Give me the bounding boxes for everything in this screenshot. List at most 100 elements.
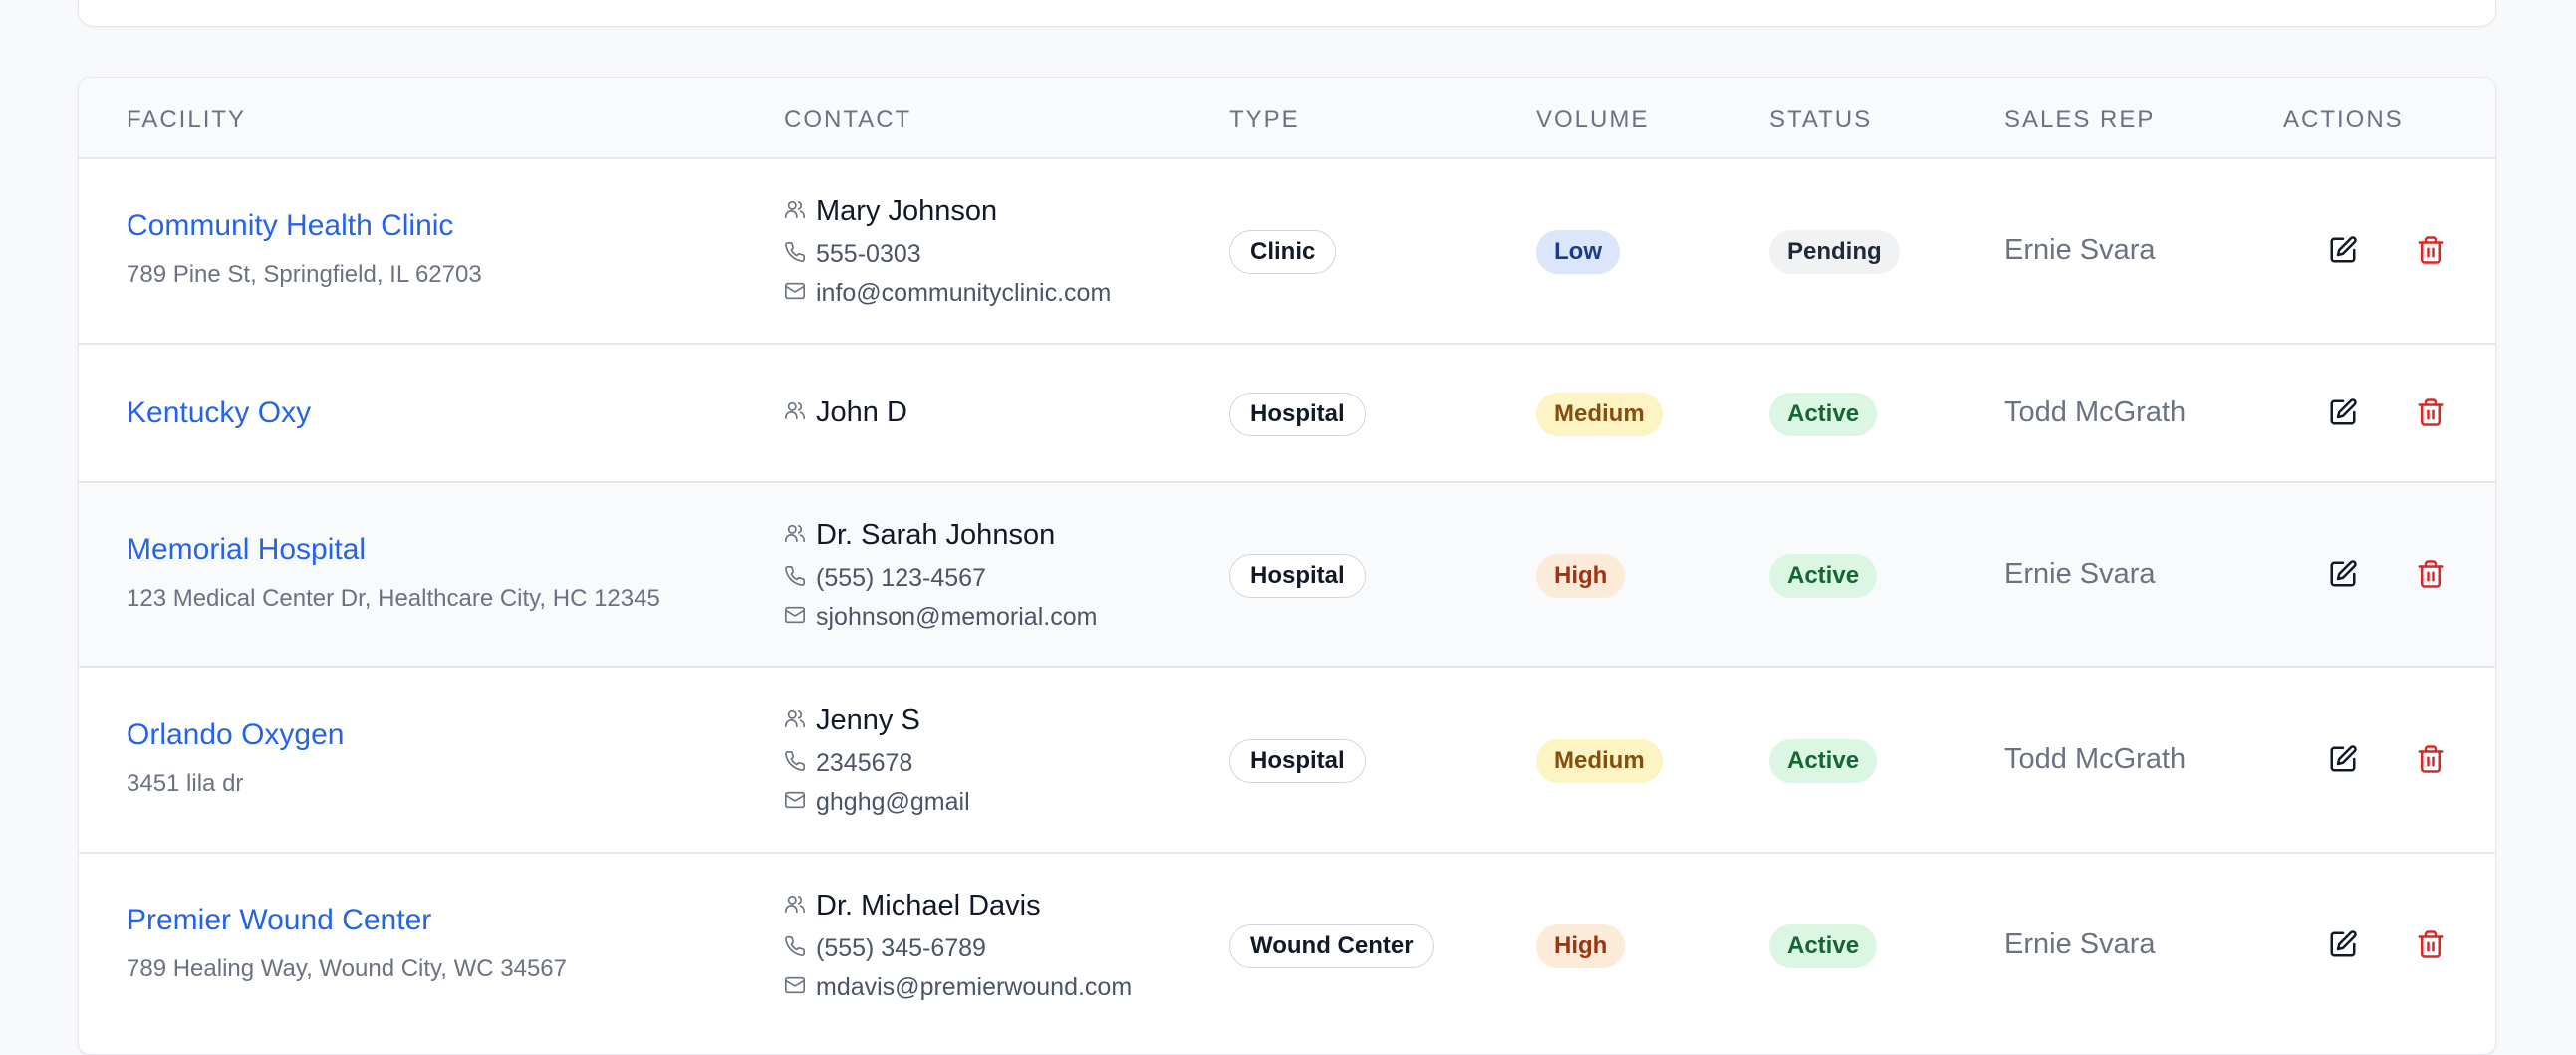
filter-card — [78, 0, 2496, 27]
col-type[interactable]: TYPE — [1229, 106, 1300, 133]
edit-button[interactable] — [2323, 739, 2363, 779]
table-header: FACILITY CONTACT TYPE VOLUME STATUS SALE… — [79, 78, 2495, 157]
col-sales-rep[interactable]: SALES REP — [2004, 106, 2155, 133]
status-cell: Active — [1769, 554, 1878, 598]
delete-button[interactable] — [2411, 230, 2450, 270]
phone-icon — [784, 750, 806, 777]
users-icon — [784, 522, 806, 549]
edit-icon — [2328, 235, 2358, 265]
type-cell: Wound Center — [1229, 924, 1434, 968]
facility-name-link[interactable]: Memorial Hospital — [127, 533, 660, 567]
type-badge: Hospital — [1229, 554, 1366, 598]
sales-rep: Ernie Svara — [2004, 234, 2156, 266]
status-badge: Active — [1769, 392, 1878, 436]
status-cell: Active — [1769, 924, 1878, 968]
facility-address: 3451 lila dr — [127, 770, 244, 797]
status-cell: Active — [1769, 739, 1878, 783]
edit-button[interactable] — [2323, 924, 2363, 964]
sales-rep: Ernie Svara — [2004, 928, 2156, 960]
facility-name-link[interactable]: Community Health Clinic — [127, 209, 482, 243]
contact-name: Dr. Michael Davis — [816, 890, 1041, 922]
mail-icon — [784, 604, 806, 631]
contact-phone: (555) 123-4567 — [816, 564, 986, 592]
contact-cell: Dr. Michael Davis (555) 345-6789 mdavis@… — [784, 890, 1132, 1002]
col-status[interactable]: STATUS — [1769, 106, 1872, 133]
facility-address: 789 Healing Way, Wound City, WC 34567 — [127, 955, 567, 982]
contact-name-line: John D — [784, 396, 907, 429]
status-badge: Active — [1769, 924, 1878, 968]
type-badge: Hospital — [1229, 739, 1366, 783]
volume-cell: Medium — [1536, 739, 1663, 783]
delete-button[interactable] — [2411, 924, 2450, 964]
contact-phone: 555-0303 — [816, 240, 921, 268]
contact-name: John D — [816, 396, 907, 428]
type-badge: Clinic — [1229, 230, 1337, 274]
trash-icon — [2416, 559, 2446, 589]
facility-name-link[interactable]: Premier Wound Center — [127, 904, 567, 937]
contact-phone-line: 555-0303 — [784, 240, 1111, 269]
col-contact[interactable]: CONTACT — [784, 106, 911, 133]
sales-rep: Todd McGrath — [2004, 743, 2187, 775]
contact-email-line: ghghg@gmail — [784, 788, 970, 817]
contact-name: Dr. Sarah Johnson — [816, 519, 1056, 551]
contact-email: sjohnson@memorial.com — [816, 603, 1098, 631]
table-row: Memorial Hospital 123 Medical Center Dr,… — [79, 481, 2495, 668]
facility-cell: Premier Wound Center 789 Healing Way, Wo… — [127, 904, 567, 983]
phone-icon — [784, 241, 806, 268]
phone-icon — [784, 935, 806, 962]
status-cell: Active — [1769, 392, 1878, 436]
col-facility[interactable]: FACILITY — [127, 106, 246, 133]
contact-phone-line: 2345678 — [784, 749, 970, 778]
contact-name-line: Mary Johnson — [784, 195, 1111, 228]
contact-email: ghghg@gmail — [816, 788, 970, 816]
table-row: Premier Wound Center 789 Healing Way, Wo… — [79, 852, 2495, 1039]
facility-cell: Memorial Hospital 123 Medical Center Dr,… — [127, 533, 660, 613]
edit-button[interactable] — [2323, 554, 2363, 594]
edit-button[interactable] — [2323, 230, 2363, 270]
users-icon — [784, 399, 806, 426]
contact-email-line: sjohnson@memorial.com — [784, 603, 1097, 632]
facility-address: 123 Medical Center Dr, Healthcare City, … — [127, 585, 660, 612]
type-cell: Clinic — [1229, 230, 1337, 274]
contact-cell: Mary Johnson 555-0303 info@communityclin… — [784, 195, 1111, 308]
contact-email: mdavis@premierwound.com — [816, 973, 1133, 1001]
contact-phone: (555) 345-6789 — [816, 934, 986, 962]
type-badge: Wound Center — [1229, 924, 1434, 968]
facility-cell: Orlando Oxygen 3451 lila dr — [127, 718, 344, 798]
status-badge: Active — [1769, 554, 1878, 598]
facility-cell: Kentucky Oxy — [127, 396, 311, 430]
contact-phone-line: (555) 123-4567 — [784, 564, 1097, 593]
col-volume[interactable]: VOLUME — [1536, 106, 1649, 133]
contact-email: info@communityclinic.com — [816, 279, 1112, 307]
table-row: Kentucky Oxy John D Hospital Medium Acti… — [79, 343, 2495, 483]
phone-icon — [784, 565, 806, 592]
facility-name-link[interactable]: Kentucky Oxy — [127, 396, 311, 430]
contact-email-line: mdavis@premierwound.com — [784, 973, 1132, 1002]
contact-cell: Dr. Sarah Johnson (555) 123-4567 sjohnso… — [784, 519, 1097, 632]
delete-button[interactable] — [2411, 554, 2450, 594]
type-cell: Hospital — [1229, 554, 1366, 598]
facility-address: 789 Pine St, Springfield, IL 62703 — [127, 261, 482, 288]
table-row: Community Health Clinic 789 Pine St, Spr… — [79, 157, 2495, 345]
volume-badge: Medium — [1536, 392, 1663, 436]
volume-badge: Medium — [1536, 739, 1663, 783]
users-icon — [784, 893, 806, 920]
status-badge: Pending — [1769, 230, 1900, 274]
edit-icon — [2328, 397, 2358, 427]
delete-button[interactable] — [2411, 739, 2450, 779]
edit-icon — [2328, 929, 2358, 959]
delete-button[interactable] — [2411, 393, 2450, 432]
volume-cell: Medium — [1536, 392, 1663, 436]
facility-name-link[interactable]: Orlando Oxygen — [127, 718, 344, 752]
edit-button[interactable] — [2323, 393, 2363, 432]
mail-icon — [784, 974, 806, 1001]
edit-icon — [2328, 744, 2358, 774]
contact-name-line: Dr. Michael Davis — [784, 890, 1132, 923]
type-cell: Hospital — [1229, 739, 1366, 783]
trash-icon — [2416, 235, 2446, 265]
edit-icon — [2328, 559, 2358, 589]
users-icon — [784, 198, 806, 225]
volume-badge: High — [1536, 554, 1626, 598]
volume-badge: High — [1536, 924, 1626, 968]
contact-name: Jenny S — [816, 704, 920, 736]
